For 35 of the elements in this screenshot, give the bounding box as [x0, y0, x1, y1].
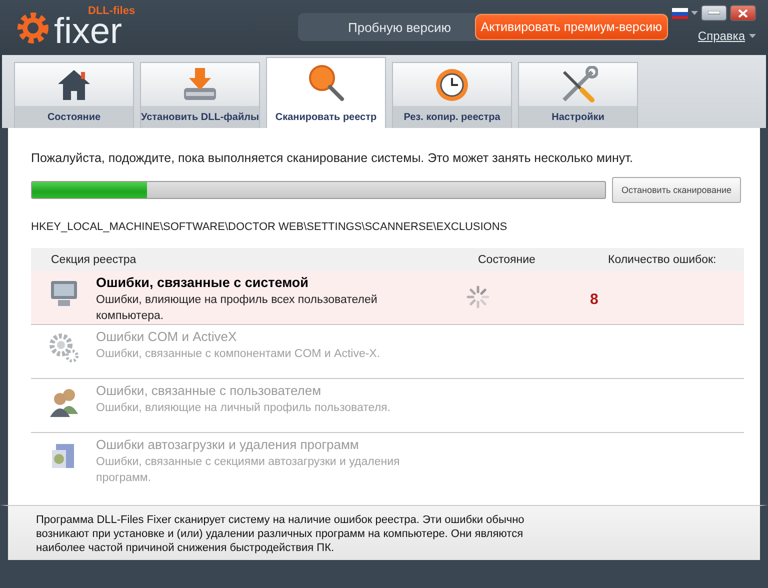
- flag-icon[interactable]: [672, 8, 688, 18]
- column-header: Количество ошибок:: [608, 254, 716, 266]
- tab[interactable]: Сканировать реестр: [266, 57, 386, 128]
- registry-path: HKEY_LOCAL_MACHINE\SOFTWARE\DOCTOR WEB\SETTINGS\SCANNERSE\EXCLUSIONS: [31, 221, 508, 233]
- section-description: Ошибки, влияющие на профиль всех пользователей компьютера.: [96, 293, 378, 324]
- section-title: Ошибки автозагрузки и удаления программ: [96, 437, 360, 452]
- minimize-icon: [708, 11, 720, 15]
- column-header: Состояние: [478, 254, 536, 266]
- close-icon: [738, 8, 748, 18]
- section-title: Ошибки, связанные с системой: [96, 275, 310, 290]
- people-icon: [48, 386, 80, 418]
- help-link[interactable]: Справка: [698, 29, 745, 43]
- section-title: Ошибки COM и ActiveX: [96, 329, 238, 344]
- section-title: Ошибки, связанные с пользователем: [96, 383, 322, 398]
- gear-icon: [16, 10, 50, 44]
- close-button[interactable]: [730, 5, 756, 21]
- minimize-button[interactable]: [701, 5, 727, 21]
- stop-scan-button[interactable]: Остановить сканирование: [612, 177, 741, 203]
- section-description: Ошибки, связанные с компонентами COM и Active-X.: [96, 347, 382, 362]
- info-text: Программа DLL-Files Fixer сканирует систему на наличие ошибок реестра. Эти ошибки обычно возникают при установке и (или) удалении различных программ на компьютере. Они являются наиболее частой причиной снижения быстродействия ПК.: [36, 513, 526, 555]
- error-count: 8: [590, 291, 598, 308]
- magnifier-icon: [306, 63, 346, 101]
- section-description: Ошибки, влияющие на личный профиль пользователя.: [96, 401, 392, 416]
- caret-icon[interactable]: [749, 34, 756, 38]
- tab[interactable]: Установить DLL-файлы: [140, 62, 260, 128]
- tab[interactable]: Состояние: [14, 62, 134, 128]
- trial-label: Пробную версию: [348, 20, 452, 34]
- column-header: Секция реестра: [50, 254, 138, 266]
- gears-icon: [48, 332, 80, 364]
- status-message: Пожалуйста, подождите, пока выполняется сканирование системы. Это может занять несколько минут.: [31, 151, 634, 165]
- tab[interactable]: Настройки: [518, 62, 638, 128]
- spinner-icon: [466, 285, 490, 309]
- section-description: Ошибки, связанные с секциями автозагрузки и удаления программ.: [96, 455, 401, 486]
- tab[interactable]: Рез. копир. реестра: [392, 62, 512, 128]
- caret-icon[interactable]: [691, 11, 698, 15]
